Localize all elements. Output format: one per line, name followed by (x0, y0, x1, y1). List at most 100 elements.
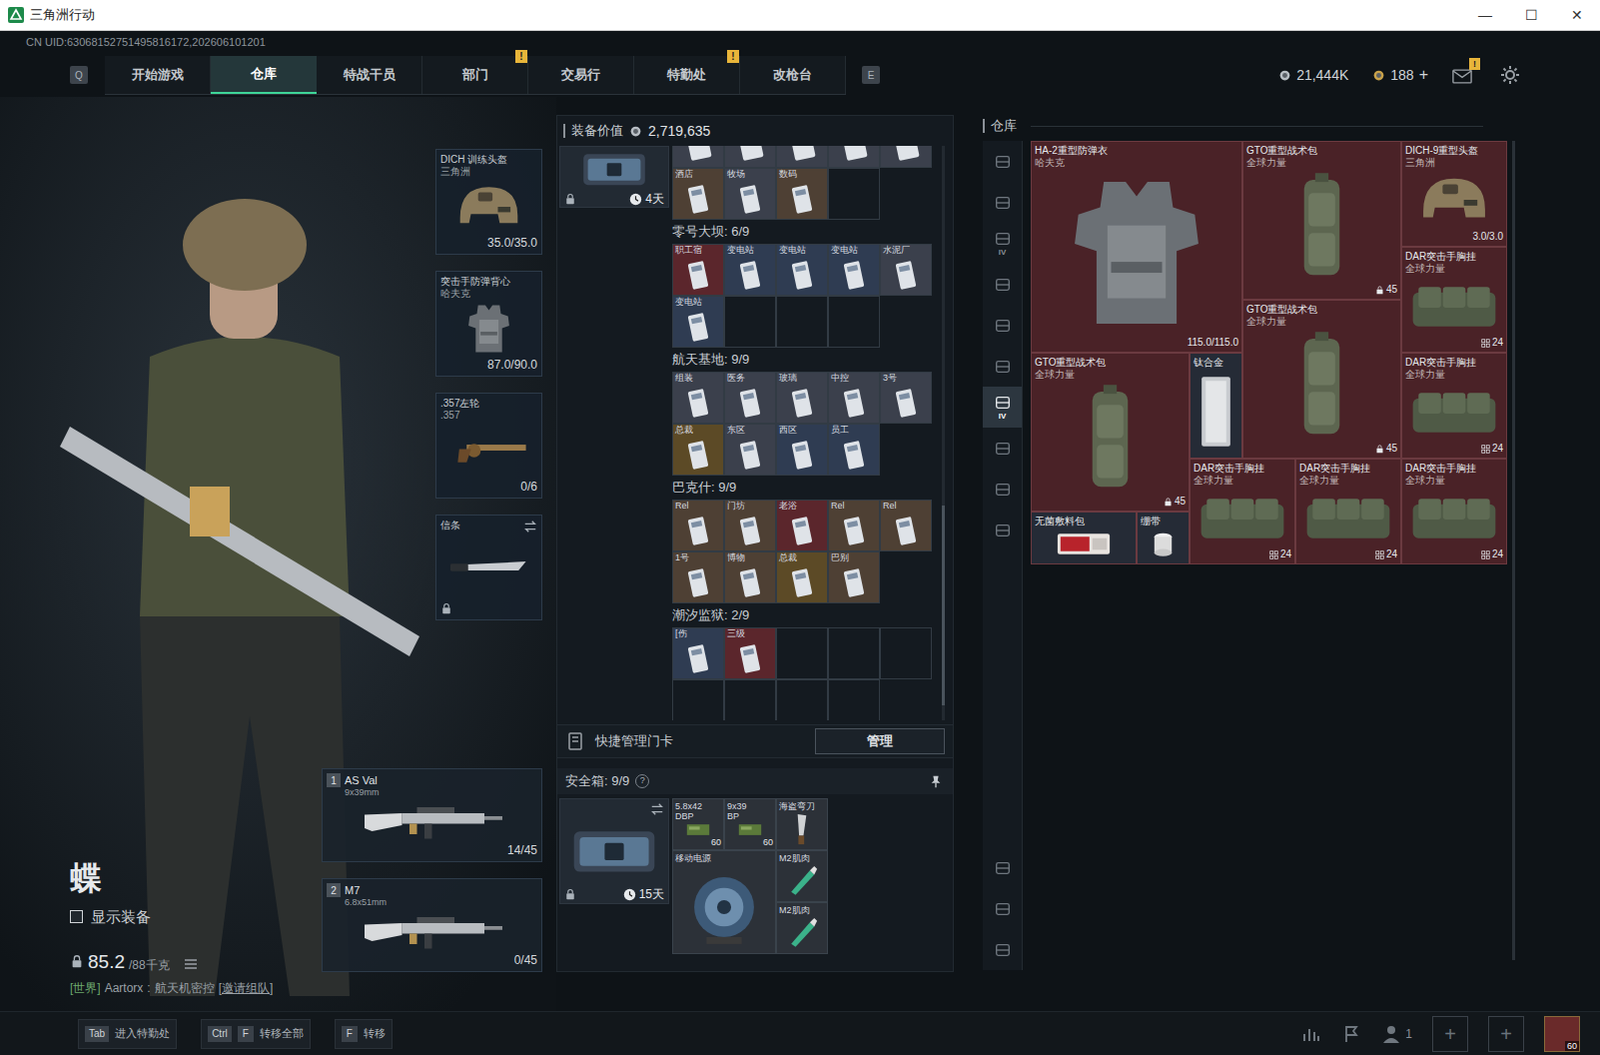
stash-tab[interactable]: IV (982, 386, 1022, 428)
stash-item[interactable]: GTO重型战术包全球力量45 (1242, 140, 1402, 300)
keycard[interactable]: 三级 (724, 627, 777, 680)
stash-item[interactable]: DAR突击手胸挂全球力量24 (1401, 458, 1508, 565)
keycard[interactable]: 牧场 (724, 167, 777, 220)
keycard[interactable]: Rel (827, 499, 880, 552)
key-hint-button[interactable]: CtrlF转移全部 (200, 1018, 311, 1049)
stash-item[interactable]: GTO重型战术包全球力量45 (1242, 299, 1402, 459)
help-button[interactable]: ? (635, 774, 650, 789)
add-tokens-button[interactable]: + (1419, 62, 1429, 87)
stash-tab[interactable] (982, 468, 1022, 510)
window-control-button[interactable]: — (1462, 0, 1509, 30)
keycard[interactable] (724, 145, 777, 168)
keycard[interactable]: 西区 (776, 423, 828, 476)
scrollbar[interactable] (1512, 140, 1516, 960)
stash-tab[interactable] (982, 887, 1022, 929)
safe-box-item[interactable]: 9x39BP60 (724, 798, 777, 850)
key-hint-button[interactable]: F转移 (334, 1018, 393, 1049)
manage-button[interactable]: 管理 (814, 728, 945, 755)
safe-box-item[interactable]: 移动电源 (672, 849, 777, 954)
stash-item[interactable]: 无菌敷料包 (1030, 511, 1137, 565)
stash-tab[interactable] (982, 509, 1022, 551)
weapon-slot[interactable]: 2M76.8x51mm0/45 (321, 877, 543, 972)
stash-item[interactable]: DICH-9重型头盔三角洲3.0/3.0 (1401, 140, 1508, 247)
keycard[interactable]: 酒店 (672, 167, 725, 220)
keycard[interactable]: [伤 (672, 627, 725, 680)
scrollbar-thumb[interactable] (941, 505, 945, 706)
nav-tab[interactable]: 仓库 (210, 55, 317, 94)
stash-item[interactable]: GTO重型战术包全球力量45 (1030, 352, 1190, 512)
stash-tab[interactable] (982, 928, 1022, 970)
keycard[interactable]: 变电站 (724, 243, 777, 296)
keycard[interactable] (776, 145, 828, 168)
stash-tab[interactable] (982, 304, 1022, 346)
keycard[interactable]: 玻璃 (776, 371, 828, 424)
keycard-case[interactable]: 4天 (559, 145, 670, 208)
settings-button[interactable] (1500, 64, 1521, 85)
keycard[interactable]: 博物 (724, 551, 777, 604)
invite-link[interactable]: [邀请组队] (218, 978, 274, 997)
scrollbar[interactable] (941, 145, 945, 721)
keycard[interactable]: 变电站 (776, 243, 828, 296)
stash-item[interactable]: 钛合金 (1189, 352, 1243, 459)
key-hint-button[interactable]: Tab进入特勤处 (77, 1018, 177, 1049)
window-control-button[interactable]: ☐ (1508, 0, 1555, 30)
stash-item[interactable]: DAR突击手胸挂全球力量24 (1295, 458, 1402, 565)
stash-tab[interactable] (982, 263, 1022, 305)
stash-tab[interactable] (982, 345, 1022, 387)
keycard[interactable]: 组装 (672, 371, 725, 424)
keycard[interactable]: 员工 (827, 423, 880, 476)
player-avatar[interactable]: 60 (1544, 1015, 1581, 1052)
keycard[interactable] (827, 145, 880, 168)
stash-tab[interactable] (982, 427, 1022, 469)
keycard[interactable]: 职工宿 (672, 243, 725, 296)
keycard[interactable]: 水泥厂 (879, 243, 932, 296)
keycard[interactable]: 巴别 (827, 551, 880, 604)
gear-slot[interactable]: DICH 训练头盔三角洲35.0/35.0 (435, 148, 543, 255)
keycard[interactable]: 老浴 (776, 499, 828, 552)
safe-box-item[interactable]: 5.8x42DBP60 (672, 798, 725, 850)
keycard[interactable]: 变电站 (672, 295, 725, 348)
stash-item[interactable]: 绷带 (1136, 511, 1190, 565)
keycard[interactable] (879, 145, 932, 168)
show-gear-toggle[interactable]: 显示装备 (69, 905, 322, 929)
gear-slot[interactable]: 信条 (435, 514, 543, 621)
safe-box-item[interactable]: M2肌肉 (776, 901, 828, 954)
weapon-slot[interactable]: 1AS Val9x39mm14/45 (321, 768, 543, 862)
nav-tab[interactable]: 特勤处! (634, 55, 741, 94)
stash-tab[interactable] (982, 846, 1022, 888)
keycard[interactable]: 医务 (724, 371, 777, 424)
party-button[interactable]: 1 (1381, 1023, 1413, 1044)
gear-slot[interactable]: .357左轮.3570/6 (435, 392, 543, 499)
stash-item[interactable]: DAR突击手胸挂全球力量24 (1401, 352, 1508, 459)
keycard[interactable]: 1号 (672, 551, 725, 604)
stash-item[interactable]: DAR突击手胸挂全球力量24 (1401, 246, 1508, 353)
keycard[interactable]: 3号 (879, 371, 932, 424)
keycard[interactable]: 总裁 (672, 423, 725, 476)
gear-slot[interactable]: 突击手防弹背心哈夫克87.0/90.0 (435, 270, 543, 377)
safe-box-item[interactable]: 海盗弯刀 (776, 798, 828, 850)
nav-tab[interactable]: 部门! (422, 55, 529, 94)
invite-slot-button[interactable]: + (1488, 1015, 1525, 1052)
stash-tab[interactable] (982, 140, 1022, 182)
checkbox[interactable] (69, 909, 83, 923)
safe-box-case[interactable]: 15天 (559, 798, 670, 904)
nav-tab[interactable]: 交易行 (528, 55, 635, 94)
nav-tab[interactable]: 特战干员 (316, 55, 423, 94)
keycard[interactable]: 中控 (827, 371, 880, 424)
stash-item[interactable]: DAR突击手胸挂全球力量24 (1189, 458, 1296, 565)
keycard[interactable]: Rel (672, 499, 725, 552)
keycard[interactable] (672, 145, 725, 168)
keycard[interactable]: 东区 (724, 423, 777, 476)
safe-box-item[interactable]: M2肌肉 (776, 849, 828, 902)
window-control-button[interactable]: ✕ (1554, 0, 1600, 30)
stash-tab[interactable]: IV (982, 222, 1022, 264)
keycard[interactable]: 门坊 (724, 499, 777, 552)
keycard[interactable]: 数码 (776, 167, 828, 220)
nav-tab[interactable]: 改枪台 (740, 55, 846, 94)
invite-slot-button[interactable]: + (1432, 1015, 1469, 1052)
stash-tab[interactable] (982, 181, 1022, 223)
mail-button[interactable]: ! (1452, 65, 1477, 84)
keycard[interactable]: 总裁 (776, 551, 828, 604)
stash-item[interactable]: HA-2重型防弹衣哈夫克115.0/115.0 (1030, 140, 1243, 353)
keycard[interactable]: Rel (879, 499, 932, 552)
